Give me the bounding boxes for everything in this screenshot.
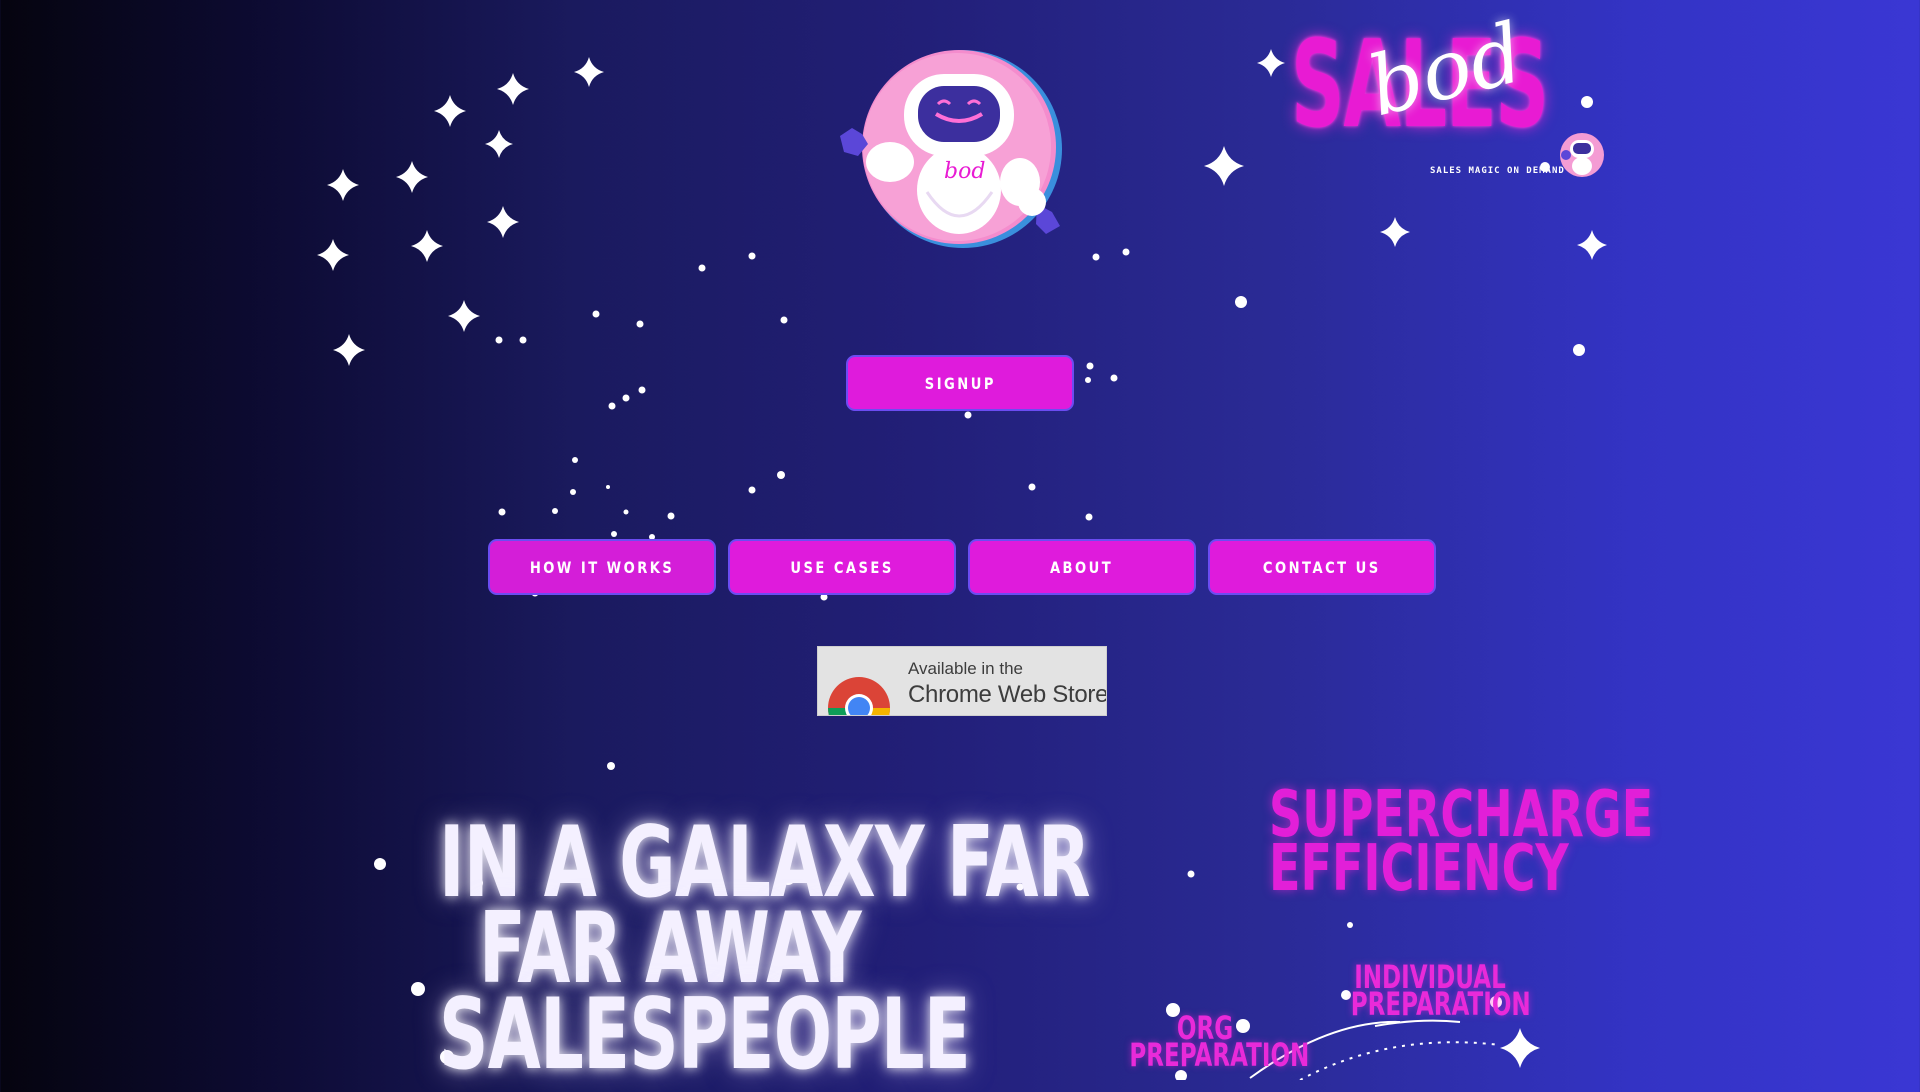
sparkle-star-icon [497, 73, 529, 105]
star-dot [667, 512, 675, 520]
hero-line-3: SALESPEOPLE [439, 978, 971, 1092]
sparkle-star-icon [434, 95, 466, 127]
chrome-web-store-badge[interactable]: Available in the Chrome Web Store [817, 646, 1107, 716]
star-dot [1092, 253, 1100, 261]
star-dot [607, 762, 615, 770]
robot-badge-icon [1560, 133, 1604, 177]
individual-preparation-label: INDIVIDUAL PREPARATION [1320, 961, 1540, 1023]
star-dot [622, 394, 630, 402]
star-dot [623, 509, 629, 515]
label-line: PREPARATION [1129, 1036, 1310, 1074]
supercharge-heading: SUPERCHARGE EFFICIENCY [1220, 783, 1653, 906]
brand-logo[interactable]: SALES bod SALES MAGIC ON DEMAND [1255, 6, 1615, 180]
star-dot [964, 411, 972, 419]
label-line: PREPARATION [1350, 985, 1531, 1023]
star-dot [608, 402, 616, 410]
sparkle-star-icon [574, 57, 604, 87]
sparkle-star-icon [1500, 1028, 1540, 1068]
sparkle-star-icon [485, 130, 513, 158]
robot-mascot-icon: bod [840, 50, 1062, 248]
signup-button-label: SIGNUP [924, 373, 996, 393]
star-dot [780, 316, 788, 324]
sparkle-star-icon [396, 161, 428, 193]
nav-use-cases-button[interactable]: USE CASES [728, 539, 956, 595]
nav-label: CONTACT US [1263, 557, 1381, 577]
nav-label: ABOUT [1050, 557, 1114, 577]
org-preparation-label: ORG PREPARATION [1100, 1012, 1310, 1074]
star-dot [495, 336, 503, 344]
nav-label: USE CASES [790, 557, 894, 577]
sparkle-star-icon [1380, 217, 1410, 247]
mascot-logo: bod [832, 44, 1082, 254]
chrome-store-line2: Chrome Web Store [908, 681, 1107, 708]
sparkle-star-icon [1204, 146, 1244, 186]
nav-about-button[interactable]: ABOUT [968, 539, 1196, 595]
sparkle-star-icon [317, 239, 349, 271]
sparkle-star-icon [411, 230, 443, 262]
brand-tagline: SALES MAGIC ON DEMAND [1430, 166, 1565, 176]
star-dot [1122, 248, 1130, 256]
supercharge-line-2: EFFICIENCY [1269, 832, 1569, 906]
signup-button[interactable]: SIGNUP [846, 355, 1074, 411]
star-dot [572, 457, 578, 463]
mascot-chest-text: bod [944, 159, 985, 184]
star-dot [748, 252, 756, 260]
star-dot [611, 531, 617, 537]
nav-how-it-works-button[interactable]: HOW IT WORKS [488, 539, 716, 595]
hero-headline: IN A GALAXY FAR FAR AWAY SALESPEOPLE [340, 814, 1091, 1092]
chrome-logo-icon [828, 677, 890, 715]
star-dot [1235, 296, 1247, 308]
nav-label: HOW IT WORKS [529, 557, 675, 577]
star-dot [1028, 483, 1036, 491]
star-dot [1187, 870, 1195, 878]
star-dot [498, 508, 506, 516]
star-dot [638, 386, 646, 394]
star-dot [1085, 377, 1091, 383]
star-dot [1086, 362, 1094, 370]
star-dot [777, 471, 785, 479]
star-dot [748, 486, 756, 494]
nav-contact-us-button[interactable]: CONTACT US [1208, 539, 1436, 595]
sparkle-star-icon [327, 169, 359, 201]
sparkle-star-icon [333, 334, 365, 366]
star-dot [636, 320, 644, 328]
star-dot [570, 489, 576, 495]
star-dot [698, 264, 706, 272]
sparkle-star-icon [487, 206, 519, 238]
chrome-store-line1: Available in the [908, 659, 1023, 678]
star-dot [1347, 922, 1353, 928]
star-dot [1573, 344, 1585, 356]
sparkle-star-icon [1577, 230, 1607, 260]
star-dot [606, 485, 610, 489]
star-dot [519, 336, 527, 344]
star-dot [1085, 513, 1093, 521]
star-dot [1110, 374, 1118, 382]
star-dot [592, 310, 600, 318]
star-dot [552, 508, 558, 514]
sparkle-star-icon [448, 300, 480, 332]
